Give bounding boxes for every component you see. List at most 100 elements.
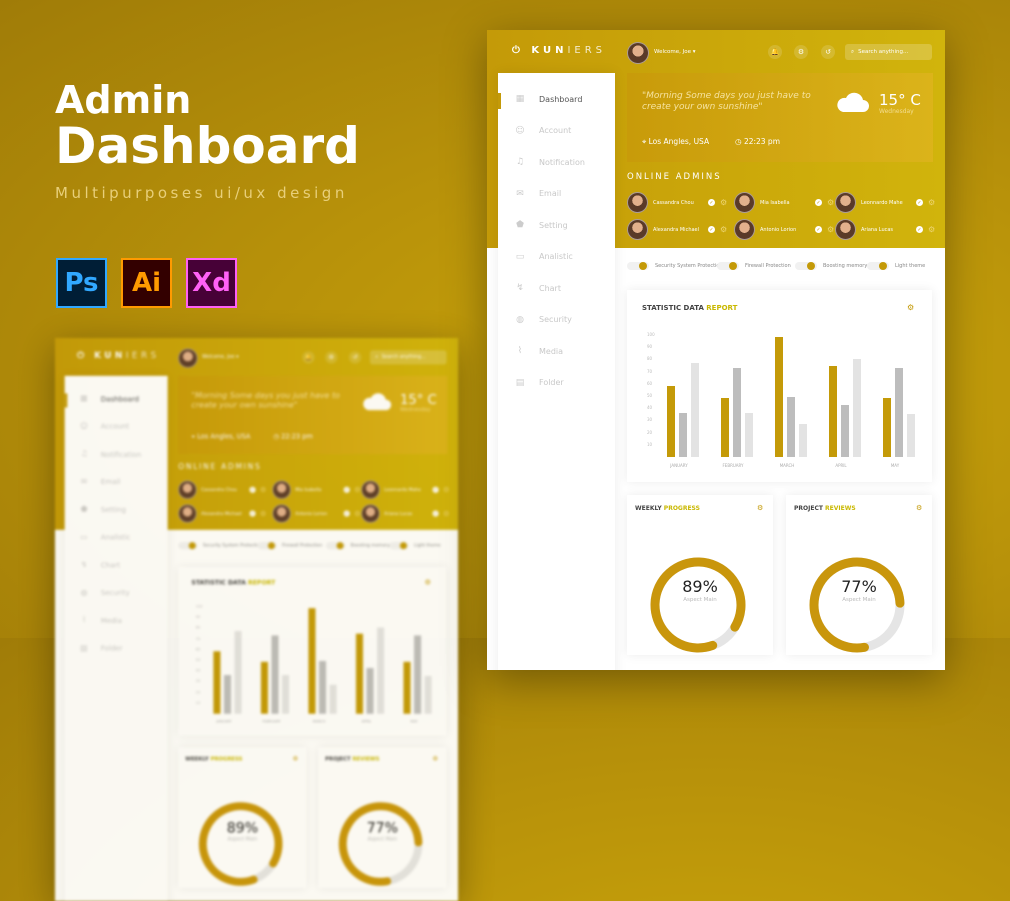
y-tick-label: 90 [195, 614, 201, 619]
project-reviews-card: PROJECT REVIEWS ⚙ 77% Aspect Main [318, 747, 447, 888]
admin-gear-icon[interactable]: ⚙ [928, 225, 935, 234]
check-icon: ✓ [432, 486, 439, 493]
user-icon: ☺ [515, 125, 525, 136]
bar-march-1 [319, 661, 327, 714]
sidebar-item-chart[interactable]: ↯ Chart [515, 283, 561, 293]
user-avatar [178, 348, 198, 368]
check-icon[interactable]: ✓ [815, 199, 822, 206]
logo: ⏻ KUNIERS [512, 45, 607, 56]
gear-icon[interactable]: ⚙ [794, 45, 808, 59]
weekly-sub: Aspect Main [227, 836, 258, 843]
reviews-gear-icon[interactable]: ⚙ [916, 504, 922, 512]
admin-item[interactable]: Mia Isabella ✓ ⚙ [734, 192, 834, 213]
sidebar-item-dashboard[interactable]: ▦ Dashboard [515, 94, 583, 104]
grid-icon: ▦ [515, 94, 525, 104]
admin-gear-icon[interactable]: ⚙ [720, 198, 727, 207]
sidebar-item-label: Account [539, 126, 572, 135]
weekly-progress-arc [198, 802, 283, 886]
sidebar-item-label: Setting [539, 220, 568, 230]
admin-name: Alexandra Michael [653, 226, 700, 233]
user-avatar[interactable] [627, 42, 649, 64]
toggle-switch[interactable] [717, 262, 739, 270]
sidebar-item-label: Analistic [100, 533, 131, 542]
admin-item: Antonio Lorion ✓ ⚙ [272, 504, 361, 523]
notification-bell-icon[interactable]: 🔔 [768, 45, 782, 59]
check-icon: ✓ [343, 486, 350, 493]
admin-gear-icon[interactable]: ⚙ [827, 225, 834, 234]
sidebar-item-label: Email [100, 477, 121, 486]
bar-february-2 [745, 413, 753, 457]
admin-gear-icon[interactable]: ⚙ [720, 225, 727, 234]
toggle-switch[interactable] [867, 262, 889, 270]
history-icon: ↺ [348, 351, 362, 364]
y-tick-label: 100 [647, 332, 655, 337]
toggle-switch [389, 542, 409, 550]
toggle-label: Boosting memory [823, 263, 868, 269]
admin-item[interactable]: Alexandra Michael ✓ ⚙ [627, 219, 727, 240]
admin-gear-icon: ⚙ [354, 509, 361, 518]
y-tick-label: 70 [647, 368, 653, 374]
admin-avatar [835, 219, 856, 240]
sidebar-item-setting[interactable]: ⬟ Setting [515, 220, 568, 230]
admin-item[interactable]: Antonio Lorion ✓ ⚙ [734, 219, 834, 240]
dashboard: ⏻ KUNIERS Welcome, Joe ▾ 🔔 ⚙ ↺ ⌕ Search a… [487, 30, 945, 670]
check-icon[interactable]: ✓ [916, 226, 923, 233]
sidebar-item-media[interactable]: ⌇ Media [515, 346, 563, 356]
x-tick-label: MAY [890, 463, 900, 468]
sidebar-item-security[interactable]: ◍ Security [515, 315, 572, 325]
chart-settings-gear-icon[interactable]: ⚙ [907, 303, 914, 312]
toggle-item: Light theme [389, 542, 441, 550]
check-icon: ✓ [343, 510, 350, 517]
check-icon[interactable]: ✓ [708, 226, 715, 233]
admin-item[interactable]: Leonnardo Mahe ✓ ⚙ [835, 192, 935, 213]
sidebar-item-label: Dashboard [100, 394, 139, 403]
chart-settings-gear-icon: ⚙ [424, 578, 431, 587]
weather-quote: "Morning Some days you just have to crea… [642, 91, 811, 112]
check-icon[interactable]: ✓ [708, 199, 715, 206]
sidebar-item-label: Security [539, 315, 572, 324]
sidebar-item-media: ⌇ Media [80, 616, 122, 625]
online-admins-title: ONLINE ADMINS [178, 462, 262, 472]
active-indicator [64, 393, 68, 408]
weekly-gear-icon[interactable]: ⚙ [757, 504, 763, 512]
sidebar-item-email[interactable]: ✉ Email [515, 189, 561, 199]
weekly-progress-card: WEEKLY PROGRESS ⚙ 89% Aspect Main [178, 747, 307, 888]
sidebar-item-account: ☺ Account [80, 422, 129, 431]
bell-icon: ♫ [80, 449, 88, 459]
sidebar-item-label: Folder [539, 378, 564, 387]
dashboard-preview-copy: ⏻ KUNIERS Welcome, Joe ▾ 🔔 ⚙ ↺ ⌕ Search a… [55, 338, 459, 901]
location-pin-icon: ⌖ [191, 432, 196, 441]
admin-item[interactable]: Ariana Lucas ✓ ⚙ [835, 219, 935, 240]
weekly-title: WEEKLY PROGRESS [185, 756, 243, 763]
welcome-menu[interactable]: Welcome, Joe ▾ [654, 49, 696, 55]
admin-item: Mia Isabella ✓ ⚙ [272, 480, 361, 500]
sidebar-item-analistic[interactable]: ▭ Analistic [515, 252, 573, 262]
sidebar-item-label: Chart [100, 561, 121, 569]
online-admins-title: ONLINE ADMINS [627, 172, 722, 182]
reviews-donut [338, 802, 423, 886]
history-icon[interactable]: ↺ [821, 45, 835, 59]
admin-item: Leonnardo Mahe ✓ ⚙ [361, 480, 449, 500]
y-tick-label: 90 [647, 344, 653, 350]
sidebar-item-label: Dashboard [539, 94, 583, 104]
search-input[interactable]: ⌕ Search anything... [845, 44, 932, 60]
admin-gear-icon: ⚙ [354, 485, 361, 494]
sidebar-item-folder[interactable]: ▤ Folder [515, 378, 564, 388]
toggle-switch[interactable] [627, 262, 649, 270]
admin-gear-icon[interactable]: ⚙ [928, 198, 935, 207]
toggle-label: Firewall Protection [745, 263, 791, 269]
bar-april-1 [841, 404, 849, 457]
admin-item[interactable]: Cassandra Chou ✓ ⚙ [627, 192, 727, 213]
monitor-icon: ▭ [80, 532, 88, 542]
toggle-switch[interactable] [795, 262, 817, 270]
sidebar-item-notification[interactable]: ♫ Notification [515, 157, 585, 167]
check-icon[interactable]: ✓ [815, 226, 822, 233]
admin-name: Leonnardo Mahe [384, 487, 421, 493]
sidebar-item-account[interactable]: ☺ Account [515, 126, 571, 136]
admin-gear-icon[interactable]: ⚙ [827, 198, 834, 207]
y-tick-label: 30 [195, 678, 201, 684]
y-tick-label: 60 [647, 380, 653, 386]
sidebar-item-label: Notification [539, 157, 585, 167]
check-icon[interactable]: ✓ [916, 199, 923, 206]
chart-title: STATISTIC DATA REPORT [191, 579, 276, 587]
